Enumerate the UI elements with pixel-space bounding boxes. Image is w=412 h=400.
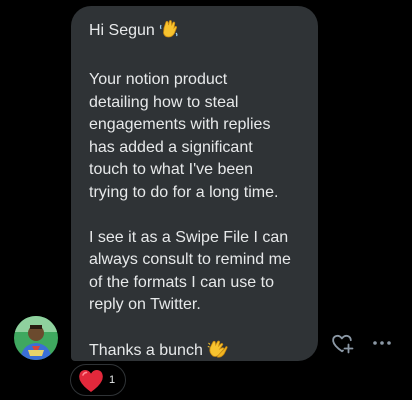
heart-plus-icon bbox=[330, 334, 354, 359]
red-heart-icon bbox=[77, 368, 105, 399]
message-paragraph-2: I see it as a Swipe File I can always co… bbox=[89, 227, 300, 317]
message-line: always consult to remind me bbox=[89, 251, 291, 268]
message-line: trying to do for a long time. bbox=[89, 183, 279, 201]
message-closing-line: Thanks a bunch bbox=[89, 339, 300, 367]
message-line: touch to what I've been bbox=[89, 161, 254, 178]
message-greeting: Hi Segun bbox=[89, 22, 155, 39]
more-icon bbox=[370, 341, 394, 359]
message-greeting-line: Hi Segun bbox=[89, 19, 300, 47]
message-line: I see it as a Swipe File I can bbox=[89, 228, 289, 246]
message-closing: Thanks a bunch bbox=[89, 342, 203, 359]
waving-hand-emoji-icon bbox=[159, 19, 179, 47]
message-line: of the formats I can use to bbox=[89, 273, 274, 291]
clapping-hands-emoji-icon bbox=[207, 339, 229, 367]
message-paragraph-1: Your notion product detailing how to ste… bbox=[89, 69, 300, 204]
message-line: has added a significant bbox=[89, 138, 253, 156]
message-line: Your notion product bbox=[89, 71, 228, 88]
add-reaction-button[interactable] bbox=[330, 331, 354, 355]
message-line: engagements with replies bbox=[89, 116, 271, 133]
reaction-pill[interactable]: 1 bbox=[70, 364, 126, 396]
reaction-count: 1 bbox=[109, 374, 116, 386]
more-options-button[interactable] bbox=[370, 331, 394, 355]
message-line: reply on Twitter. bbox=[89, 296, 201, 313]
message-line: detailing how to steal bbox=[89, 93, 239, 111]
message-bubble[interactable]: Hi Segun Your notion product detailing h… bbox=[71, 6, 318, 361]
avatar[interactable] bbox=[14, 316, 58, 360]
